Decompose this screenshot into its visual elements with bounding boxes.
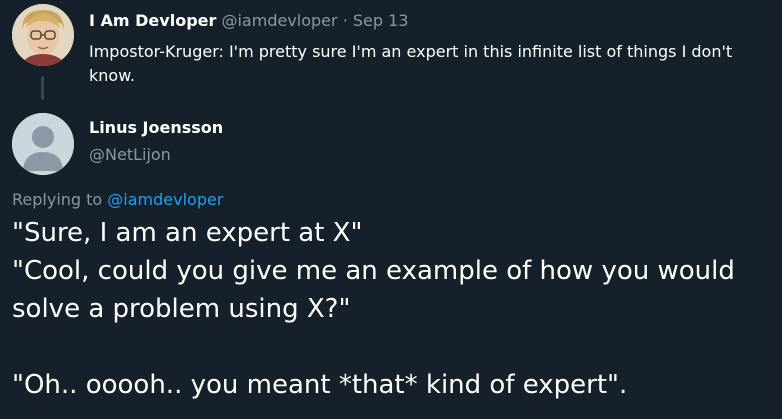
reply-text-line: "Cool, could you give me an example of h… xyxy=(12,256,735,286)
reply-author-avatar[interactable] xyxy=(12,113,74,175)
tweet-card: I Am Devloper @iamdevloper · Sep 13 Impo… xyxy=(0,0,782,419)
parent-tweet-date[interactable]: Sep 13 xyxy=(353,11,409,30)
replying-to-line: Replying to @iamdevloper xyxy=(12,189,223,211)
reply-tweet-text: "Sure, I am an expert at X" "Cool, could… xyxy=(12,214,772,404)
replying-to-label: Replying to xyxy=(12,190,103,209)
parent-tweet-header: I Am Devloper @iamdevloper · Sep 13 xyxy=(89,10,409,32)
thread-connector-line xyxy=(41,76,44,100)
parent-author-handle[interactable]: @iamdevloper xyxy=(221,11,337,30)
parent-tweet-text: Impostor-Kruger: I'm pretty sure I'm an … xyxy=(89,42,733,85)
default-profile-icon xyxy=(12,113,74,175)
parent-author-avatar[interactable] xyxy=(12,4,74,66)
reply-text-line: solve a problem using X?" xyxy=(12,294,351,324)
replying-to-mention-link[interactable]: @iamdevloper xyxy=(107,190,223,209)
header-separator: · xyxy=(342,11,348,30)
reply-author-name[interactable]: Linus Joensson xyxy=(89,117,223,139)
reply-text-blank-line xyxy=(12,328,772,366)
reply-text-line: "Sure, I am an expert at X" xyxy=(12,218,363,248)
avatar-portrait-icon xyxy=(12,4,74,66)
reply-text-line: "Oh.. ooooh.. you meant *that* kind of e… xyxy=(12,370,628,400)
reply-author-handle[interactable]: @NetLijon xyxy=(89,144,171,166)
parent-author-name[interactable]: I Am Devloper xyxy=(89,11,216,30)
